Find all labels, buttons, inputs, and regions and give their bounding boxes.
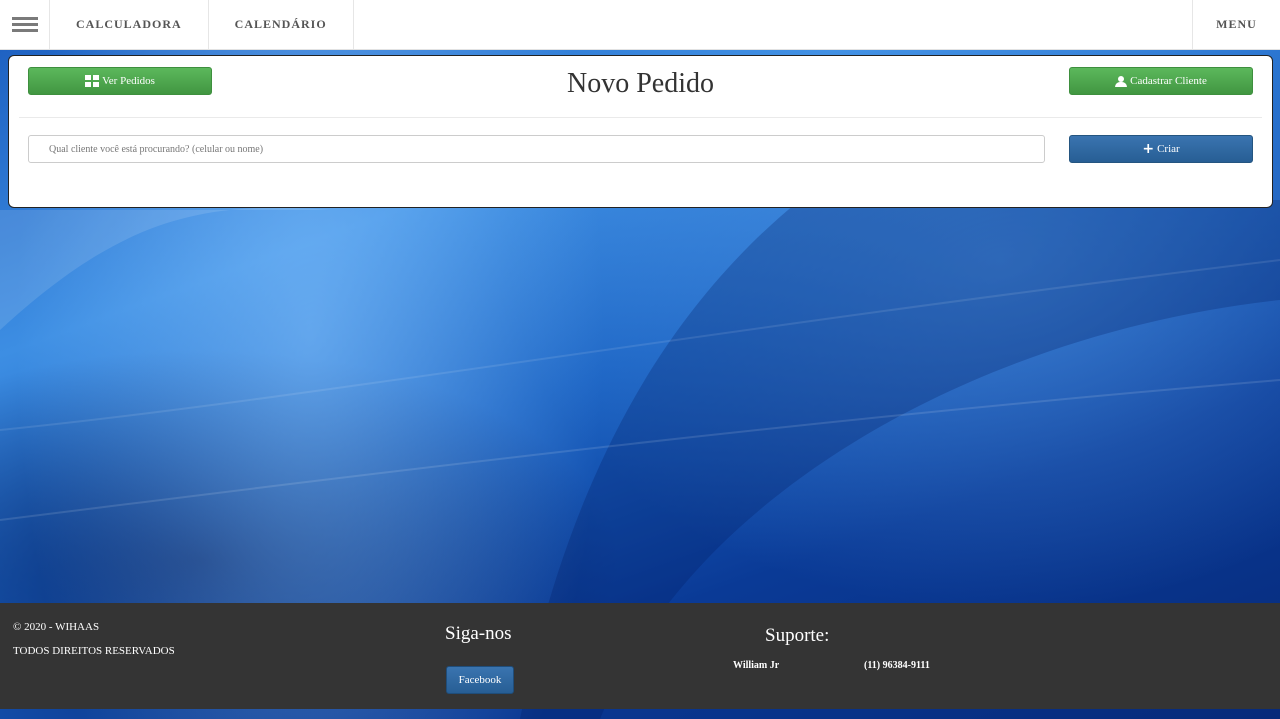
hamburger-icon[interactable] bbox=[0, 0, 50, 49]
follow-title: Siga-nos bbox=[445, 623, 512, 644]
criar-button[interactable]: + Criar bbox=[1069, 135, 1253, 163]
nav-link-calendario[interactable]: CALENDÁRIO bbox=[209, 0, 354, 49]
client-search-input[interactable] bbox=[28, 135, 1045, 163]
support-title: Suporte: bbox=[765, 625, 830, 646]
plus-icon: + bbox=[1142, 141, 1155, 157]
top-navbar: CALCULADORA CALENDÁRIO MENU bbox=[0, 0, 1280, 50]
nav-link-calculadora[interactable]: CALCULADORA bbox=[50, 0, 209, 49]
user-icon bbox=[1115, 75, 1128, 87]
support-phone: (11) 96384-9111 bbox=[864, 660, 930, 671]
facebook-button[interactable]: Facebook bbox=[446, 666, 514, 694]
new-order-panel: Ver Pedidos Novo Pedido Cadastrar Client… bbox=[8, 55, 1273, 208]
panel-divider bbox=[19, 117, 1262, 118]
footer: © 2020 - WIHAAS TODOS DIREITOS RESERVADO… bbox=[0, 603, 1280, 709]
rights-text: TODOS DIREITOS RESERVADOS bbox=[13, 645, 175, 657]
criar-label: Criar bbox=[1157, 143, 1180, 155]
menu-button[interactable]: MENU bbox=[1192, 0, 1280, 49]
cadastrar-cliente-button[interactable]: Cadastrar Cliente bbox=[1069, 67, 1253, 95]
support-name: William Jr bbox=[733, 660, 780, 671]
cadastrar-cliente-label: Cadastrar Cliente bbox=[1130, 75, 1207, 87]
copyright-text: © 2020 - WIHAAS bbox=[13, 621, 100, 633]
